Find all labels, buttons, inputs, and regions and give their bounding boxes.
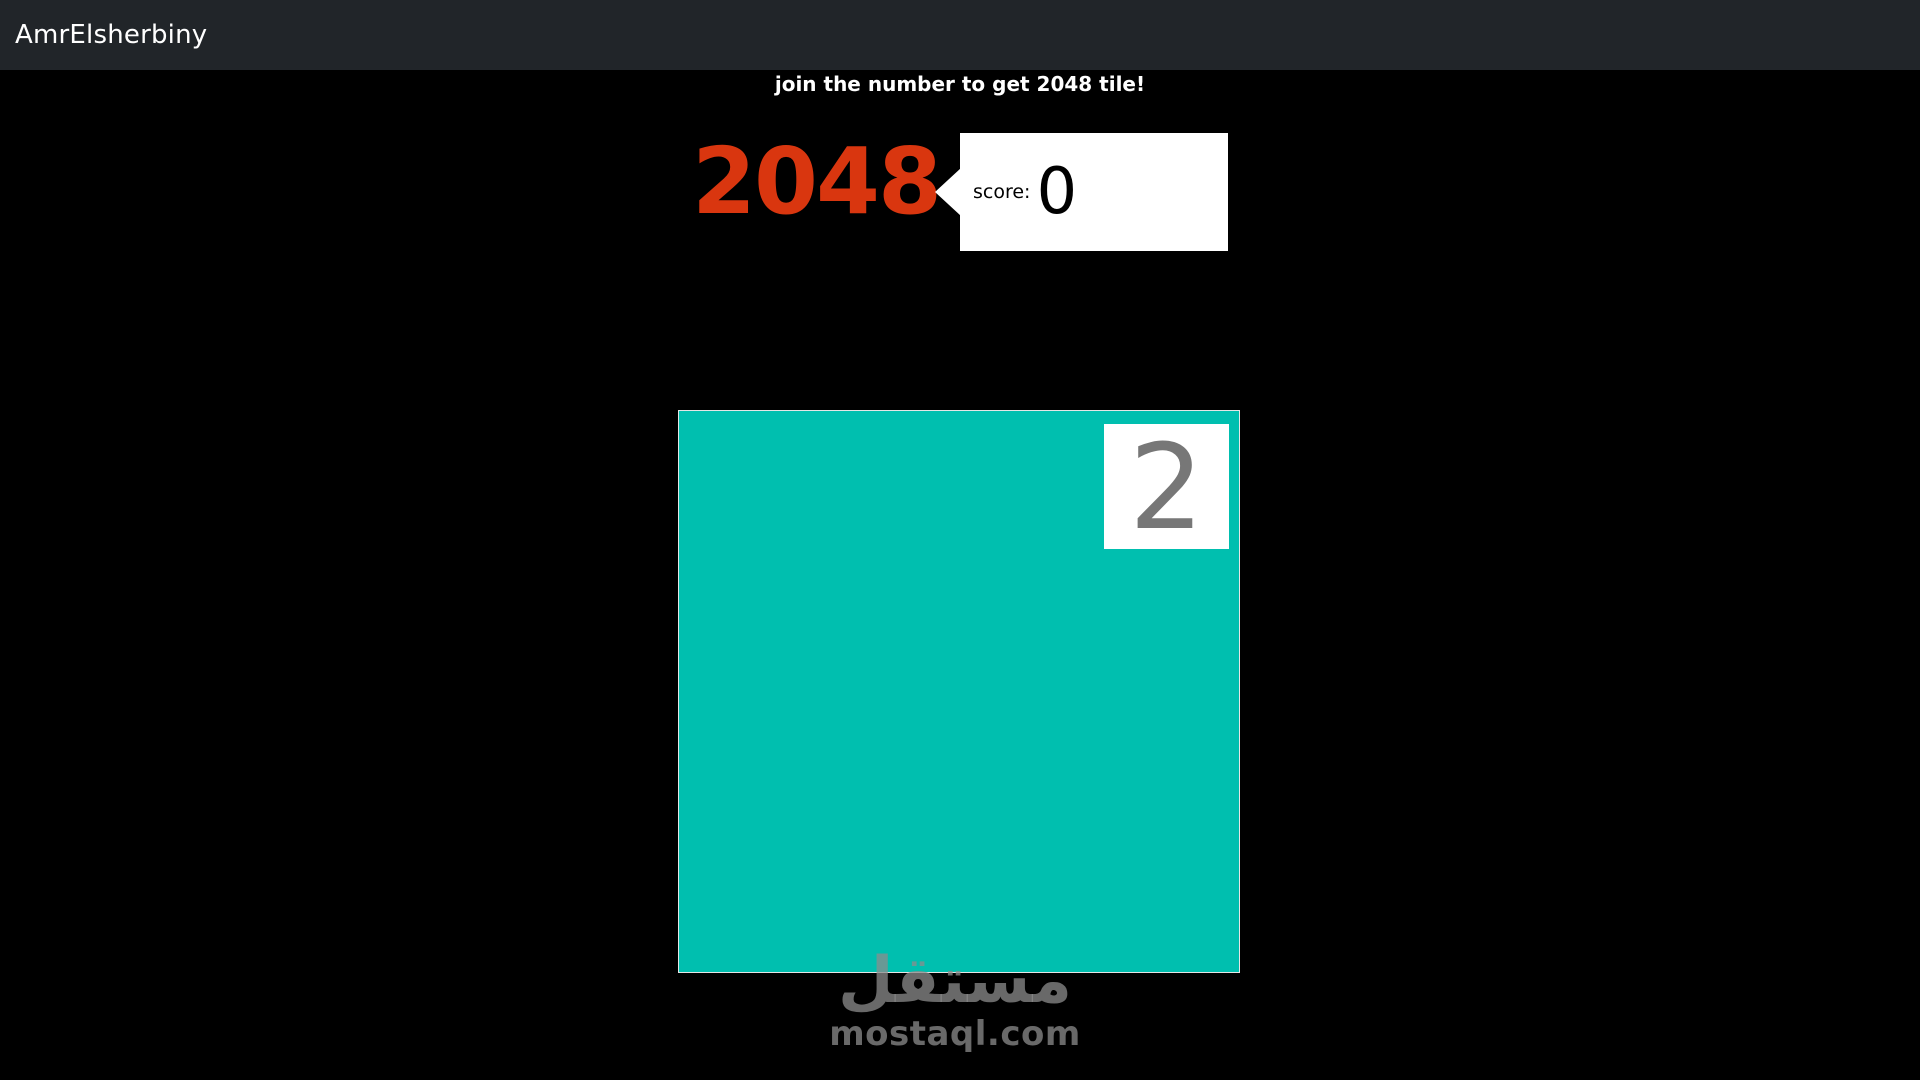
watermark-url-text: mostaql.com: [829, 1014, 1081, 1054]
score-label: score:: [973, 181, 1031, 203]
score-pointer-arrow: [935, 168, 961, 216]
navbar: AmrElsherbiny: [0, 0, 1920, 70]
navbar-brand[interactable]: AmrElsherbiny: [15, 20, 207, 50]
game-subtitle: join the number to get 2048 tile!: [774, 72, 1146, 96]
game-logo: 2048: [692, 128, 942, 235]
tile: 2: [1104, 424, 1229, 549]
score-value: 0: [1036, 155, 1078, 229]
watermark-logo: مستقل mostaql.com: [820, 946, 1090, 1052]
tile-value: 2: [1128, 417, 1205, 556]
watermark-arabic-text: مستقل: [837, 944, 1073, 1018]
score-box: score: 0: [960, 133, 1228, 251]
